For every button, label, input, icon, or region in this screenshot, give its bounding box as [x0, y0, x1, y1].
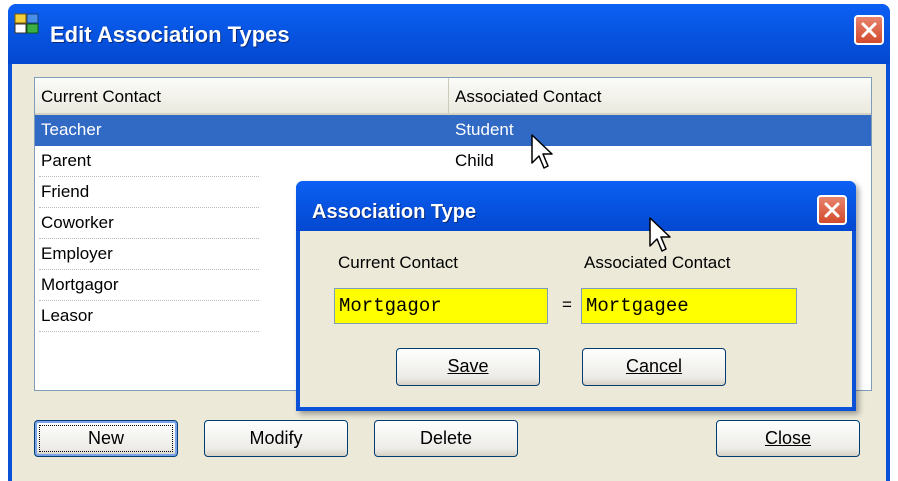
- delete-button-label: Delete: [419, 428, 473, 448]
- close-button[interactable]: Close: [716, 420, 860, 457]
- table-row[interactable]: Parent Child: [35, 146, 871, 177]
- cell-current-contact: Parent: [41, 151, 92, 170]
- mouse-pointer-icon: [649, 217, 671, 252]
- close-icon: [824, 202, 840, 218]
- save-button-label: Save: [447, 356, 489, 376]
- current-contact-field[interactable]: Mortgagor: [334, 288, 548, 324]
- save-button[interactable]: Save: [396, 348, 540, 386]
- delete-button[interactable]: Delete: [374, 420, 518, 457]
- window-title: Edit Association Types: [50, 22, 290, 47]
- dialog-client-area: Current Contact Associated Contact Mortg…: [300, 231, 852, 407]
- cancel-button-label: Cancel: [625, 356, 683, 376]
- modify-button[interactable]: Modify: [204, 420, 348, 457]
- list-header: Current Contact Associated Contact: [35, 78, 871, 115]
- modify-button-label: Modify: [249, 428, 303, 448]
- cell-associated-contact: Student: [455, 120, 514, 139]
- title-bar[interactable]: Edit Association Types: [8, 4, 890, 64]
- application-icon: [14, 13, 39, 34]
- new-button[interactable]: New: [34, 420, 178, 457]
- dialog-title-bar[interactable]: Association Type: [296, 181, 856, 231]
- close-icon: [861, 22, 877, 38]
- table-row[interactable]: Teacher Student: [35, 115, 871, 146]
- cell-current-contact: Teacher: [41, 120, 102, 139]
- column-header-current-contact[interactable]: Current Contact: [35, 78, 449, 113]
- equals-sign: =: [562, 295, 572, 314]
- mouse-pointer-icon: [531, 134, 553, 169]
- window-close-button[interactable]: [854, 15, 884, 45]
- associated-contact-field[interactable]: Mortgagee: [581, 288, 797, 324]
- associated-contact-label: Associated Contact: [584, 253, 731, 272]
- dialog-title: Association Type: [312, 201, 477, 223]
- cell-associated-contact: Child: [455, 151, 494, 170]
- current-contact-label: Current Contact: [338, 253, 458, 272]
- close-button-label: Close: [764, 428, 812, 448]
- dialog-close-button[interactable]: [817, 195, 847, 225]
- association-type-dialog: Association Type Current Contact Associa…: [296, 181, 856, 411]
- cancel-button[interactable]: Cancel: [582, 348, 726, 386]
- column-header-associated-contact[interactable]: Associated Contact: [449, 78, 871, 113]
